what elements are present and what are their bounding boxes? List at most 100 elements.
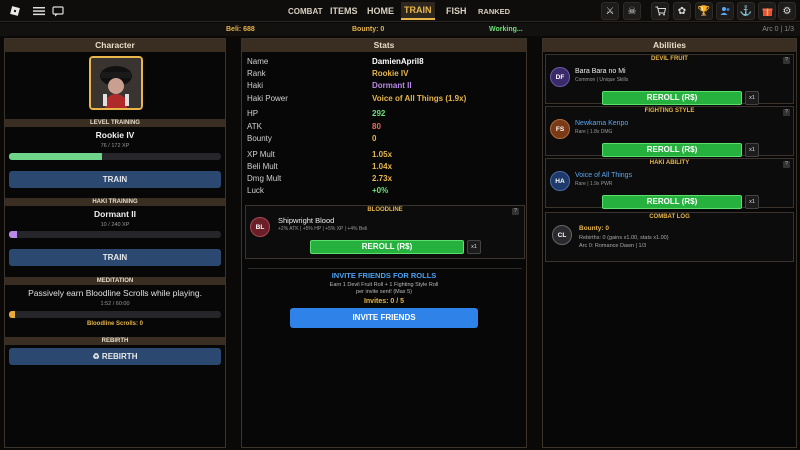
haki-ability-name: Voice of All Things	[575, 172, 633, 179]
chat-icon[interactable]	[51, 4, 65, 18]
bounty-counter: Bounty: 0	[352, 26, 385, 33]
devil-fruit-sub: Common | Unique Skills	[575, 77, 629, 83]
level-progress-bar	[9, 153, 221, 160]
stats-panel-title: Stats	[242, 39, 526, 52]
trophy-icon[interactable]: 🏆	[695, 2, 713, 20]
stat-label: Beli Mult	[247, 162, 278, 171]
arc-indicator: Arc 0 | 1/3	[762, 26, 794, 33]
stat-label: Dmg Mult	[247, 174, 282, 183]
fighting-style-name: Newkama Kenpo	[575, 120, 629, 127]
fighting-style-reroll-button[interactable]: REROLL (R$)	[602, 143, 742, 157]
level-train-button[interactable]: TRAIN	[9, 171, 221, 188]
stat-label: Bounty	[247, 134, 272, 143]
fighting-style-badge: FS	[550, 119, 570, 139]
status-strip: Beli: 688 Bounty: 0 Working... Arc 0 | 1…	[0, 23, 800, 36]
meditation-header: MEDITATION	[5, 277, 225, 285]
gift-icon[interactable]	[758, 2, 776, 20]
bloodline-x1-button[interactable]: x1	[467, 240, 481, 254]
stat-value: 292	[372, 109, 386, 118]
stat-value: 2.73x	[372, 174, 393, 183]
divider	[248, 268, 522, 269]
devil-fruit-reroll-button[interactable]: REROLL (R$)	[602, 91, 742, 105]
stat-value: 80	[372, 122, 381, 131]
haki-progress-fill	[9, 231, 18, 238]
nav-tab-fish[interactable]: FISH	[446, 0, 467, 22]
bloodline-name: Shipwright Blood	[278, 216, 335, 225]
settings-gear-icon[interactable]: ✿	[673, 2, 691, 20]
nav-tab-ranked[interactable]: RANKED	[478, 0, 510, 22]
users-icon[interactable]	[716, 2, 734, 20]
beli-counter: Beli: 688	[226, 26, 255, 33]
working-status: Working...	[489, 26, 523, 33]
skull-flag-icon[interactable]: ☠	[623, 2, 641, 20]
nav-tab-combat[interactable]: COMBAT	[288, 0, 323, 22]
roblox-logo-icon[interactable]	[8, 4, 22, 18]
nav-tab-items[interactable]: ITEMS	[330, 0, 358, 22]
stat-label: ATK	[247, 122, 262, 131]
stat-value: Rookie IV	[372, 69, 409, 78]
rebirth-header: REBIRTH	[5, 337, 225, 345]
devil-fruit-card: DEVIL FRUIT ? DF Bara Bara no Mi Common …	[545, 54, 794, 105]
devil-fruit-header: DEVIL FRUIT	[651, 56, 688, 62]
help-icon[interactable]: ?	[783, 109, 790, 116]
help-icon[interactable]: ?	[783, 161, 790, 168]
fighting-style-card: FIGHTING STYLE ? FS Newkama Kenpo Rare |…	[545, 106, 794, 157]
cart-icon[interactable]	[651, 2, 669, 20]
stat-label: Name	[247, 57, 269, 66]
help-icon[interactable]: ?	[512, 208, 519, 215]
haki-xp: 10 / 240 XP	[100, 222, 130, 228]
fighting-style-x1-button[interactable]: x1	[745, 143, 759, 157]
meditation-progress-fill	[9, 311, 16, 318]
hamburger-menu-icon[interactable]	[32, 4, 46, 18]
haki-ability-header: HAKI ABILITY	[649, 160, 690, 166]
stat-label: XP Mult	[247, 150, 275, 159]
level-training-header: LEVEL TRAINING	[5, 119, 225, 127]
level-rank: Rookie IV	[95, 130, 135, 140]
nav-tab-train[interactable]: TRAIN	[401, 2, 435, 20]
bloodline-header: BLOODLINE	[367, 207, 403, 213]
haki-train-button[interactable]: TRAIN	[9, 249, 221, 266]
abilities-panel-title: Abilities	[543, 39, 796, 52]
anchor-icon[interactable]: ⚓	[737, 2, 755, 20]
nav-tab-home[interactable]: HOME	[367, 0, 394, 22]
haki-rank: Dormant II	[93, 209, 137, 219]
crossed-swords-icon[interactable]: ⚔	[601, 2, 619, 20]
combat-log-arc: Arc 0: Romance Dawn | 1/3	[579, 243, 647, 249]
stat-value: Voice of All Things (1.9x)	[372, 94, 467, 103]
top-bar: COMBAT ITEMS HOME TRAIN FISH RANKED ⚔ ☠ …	[0, 0, 800, 22]
haki-ability-card: HAKI ABILITY ? HA Voice of All Things Ra…	[545, 158, 794, 209]
meditation-time: 1:52 / 60:00	[100, 301, 130, 307]
fighting-style-sub: Rare | 1.8x DMG	[575, 129, 613, 135]
bloodline-card: BLOODLINE ? BL Shipwright Blood +2% ATK …	[245, 205, 525, 259]
stat-value: 1.05x	[372, 150, 393, 159]
help-icon[interactable]: ?	[783, 57, 790, 64]
invite-title: INVITE FRIENDS FOR ROLLS	[331, 271, 437, 280]
haki-progress-bar	[9, 231, 221, 238]
invite-friends-button[interactable]: INVITE FRIENDS	[290, 308, 478, 328]
invite-line1: Earn 1 Devil Fruit Roll + 1 Fighting Sty…	[329, 282, 439, 288]
level-xp: 76 / 172 XP	[100, 143, 130, 149]
haki-ability-sub: Rare | 1.9x PWR	[575, 181, 613, 187]
haki-ability-reroll-button[interactable]: REROLL (R$)	[602, 195, 742, 209]
combat-log-header: COMBAT LOG	[649, 214, 690, 220]
haki-ability-x1-button[interactable]: x1	[745, 195, 759, 209]
combat-log-rebirths: Rebirths: 0 (gains x1.00, stats x1.00)	[579, 235, 669, 241]
devil-fruit-x1-button[interactable]: x1	[745, 91, 759, 105]
invite-line2: per invite sent! (Max 5)	[356, 289, 412, 295]
combat-log-card: COMBAT LOG CL Bounty: 0 Rebirths: 0 (gai…	[545, 212, 794, 262]
meditation-progress-bar	[9, 311, 221, 318]
stat-label: Rank	[247, 69, 266, 78]
bloodline-scrolls-count: Bloodline Scrolls: 0	[86, 321, 143, 327]
bloodline-desc: +2% ATK | +5% HP | +5% XP | +4% Beli	[278, 226, 368, 232]
character-panel: Character LEVEL TRAINING Rookie IV 76 / …	[4, 38, 226, 448]
bloodline-reroll-button[interactable]: REROLL (R$)	[310, 240, 464, 254]
combat-log-bounty: Bounty: 0	[579, 225, 609, 232]
character-avatar	[89, 56, 143, 110]
rebirth-button[interactable]: ♻ REBIRTH	[9, 348, 221, 365]
stat-value: DamienApril8	[372, 57, 424, 66]
gear-icon[interactable]: ⚙	[778, 2, 796, 20]
invite-count: Invites: 0 / 5	[363, 298, 405, 305]
bloodline-badge: BL	[250, 217, 270, 237]
stat-value: Dormant II	[372, 81, 412, 90]
devil-fruit-badge: DF	[550, 67, 570, 87]
